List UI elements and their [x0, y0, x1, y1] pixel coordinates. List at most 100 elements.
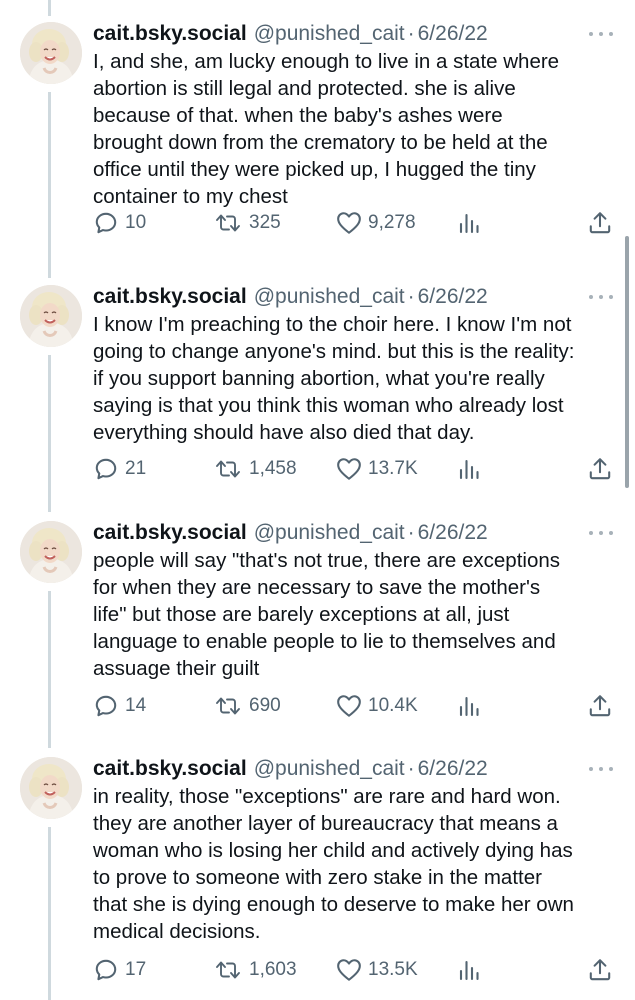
reply-icon [95, 959, 117, 981]
avatar[interactable] [20, 285, 82, 347]
author-name[interactable]: cait.bsky.social [93, 285, 247, 309]
heart-icon [337, 959, 361, 981]
reply-count: 17 [125, 959, 147, 980]
tweet-text-line: going to change anyone's mind. but this … [93, 340, 575, 363]
reply-count: 21 [125, 458, 147, 479]
tweet-text-line: in reality, those "exceptions" are rare … [93, 785, 561, 808]
retweet-count: 1,603 [249, 959, 297, 980]
share-button[interactable] [587, 690, 613, 722]
more-icon[interactable] [589, 763, 613, 775]
tweet-text-line: because of that. when the baby's ashes w… [93, 104, 503, 127]
views-icon [459, 696, 479, 717]
separator-dot: · [407, 285, 415, 308]
more-icon[interactable] [589, 527, 613, 539]
retweet-button[interactable]: 690 [213, 690, 281, 722]
views-icon [459, 459, 479, 480]
retweet-count: 1,458 [249, 458, 297, 479]
tweet-text-line: people will say "that's not true, there … [93, 549, 561, 572]
tweet-text-line: life" but those are barely exceptions at… [93, 603, 510, 626]
avatar[interactable] [20, 22, 82, 84]
avatar[interactable] [20, 521, 82, 583]
reply-button[interactable]: 21 [93, 453, 146, 485]
thread-line [48, 0, 51, 16]
author-name[interactable]: cait.bsky.social [93, 521, 247, 545]
tweet-date[interactable]: 6/26/22 [418, 521, 488, 545]
reply-icon [95, 695, 117, 717]
reply-icon [95, 458, 117, 480]
tweet-text-line: office until they were picked up, I hugg… [93, 158, 536, 181]
author-handle[interactable]: @punished_cait [254, 22, 405, 46]
reply-count: 14 [125, 695, 147, 716]
tweet-text-line: assuage their guilt [93, 657, 260, 680]
tweet-text-line: they are another layer of bureaucracy th… [93, 812, 558, 835]
views-button[interactable] [457, 954, 481, 986]
tweet-text-line: woman who is losing her child and active… [93, 839, 573, 862]
tweet-text-line: container to my chest [93, 185, 288, 208]
tweet-text-line: I know I'm preaching to the choir here. … [93, 313, 572, 336]
tweet-text-line: if you support banning abortion, what yo… [93, 367, 545, 390]
retweet-button[interactable]: 1,458 [213, 453, 297, 485]
share-icon [589, 959, 611, 981]
heart-icon [337, 212, 361, 234]
tweet-text: I, and she, am lucky enough to live in a… [93, 48, 611, 210]
like-count: 10.4K [368, 695, 418, 716]
tweet-text-line: medical decisions. [93, 920, 261, 943]
more-icon[interactable] [589, 291, 613, 303]
views-button[interactable] [457, 690, 481, 722]
share-button[interactable] [587, 207, 613, 239]
retweet-count: 690 [249, 695, 281, 716]
author-name[interactable]: cait.bsky.social [93, 22, 247, 46]
author-handle[interactable]: @punished_cait [254, 285, 405, 309]
retweet-icon [216, 961, 240, 979]
tweet-text-line: I, and she, am lucky enough to live in a… [93, 50, 560, 73]
tweet-text-line: saying is that you think this woman who … [93, 394, 564, 417]
heart-icon [337, 458, 361, 480]
views-icon [459, 960, 479, 981]
share-icon [589, 212, 611, 234]
views-icon [459, 213, 479, 234]
retweet-icon [216, 697, 240, 715]
tweet-actions: 17 1,603 13.5K [93, 954, 619, 986]
tweet-text-line: that she is dying enough to deserve to m… [93, 893, 574, 916]
share-button[interactable] [587, 453, 613, 485]
thread-line [48, 591, 51, 748]
share-button[interactable] [587, 954, 613, 986]
tweet-text: people will say "that's not true, there … [93, 547, 611, 682]
reply-button[interactable]: 17 [93, 954, 146, 986]
tweet-actions: 14 690 10.4K [93, 690, 619, 722]
thread-line [48, 92, 51, 278]
scrollbar[interactable] [625, 236, 629, 488]
share-icon [589, 695, 611, 717]
like-button[interactable]: 10.4K [336, 690, 418, 722]
views-button[interactable] [457, 207, 481, 239]
retweet-count: 325 [249, 212, 281, 233]
reply-button[interactable]: 10 [93, 207, 146, 239]
tweet-date[interactable]: 6/26/22 [418, 285, 488, 309]
separator-dot: · [407, 757, 415, 780]
author-name[interactable]: cait.bsky.social [93, 757, 247, 781]
retweet-button[interactable]: 325 [213, 207, 281, 239]
more-icon[interactable] [589, 28, 613, 40]
separator-dot: · [407, 521, 415, 544]
tweet-date[interactable]: 6/26/22 [418, 22, 488, 46]
retweet-button[interactable]: 1,603 [213, 954, 297, 986]
author-handle[interactable]: @punished_cait [254, 521, 405, 545]
like-button[interactable]: 9,278 [336, 207, 416, 239]
retweet-icon [216, 214, 240, 232]
like-count: 13.7K [368, 458, 418, 479]
avatar[interactable] [20, 757, 82, 819]
tweet-text: in reality, those "exceptions" are rare … [93, 783, 611, 945]
author-handle[interactable]: @punished_cait [254, 757, 405, 781]
tweet-actions: 21 1,458 13.7K [93, 453, 619, 485]
tweet-text-line: brought down from the crematory to be he… [93, 131, 548, 154]
like-button[interactable]: 13.5K [336, 954, 418, 986]
like-button[interactable]: 13.7K [336, 453, 418, 485]
views-button[interactable] [457, 453, 481, 485]
tweet-text-line: abortion is still legal and protected. s… [93, 77, 516, 100]
tweet-text-line: to prove to someone with zero stake in t… [93, 866, 542, 889]
reply-button[interactable]: 14 [93, 690, 146, 722]
tweet-date[interactable]: 6/26/22 [418, 757, 488, 781]
tweet-text-line: everything should have also died that da… [93, 421, 475, 444]
tweet-text-line: language to enable people to lie to them… [93, 630, 556, 653]
reply-icon [95, 212, 117, 234]
